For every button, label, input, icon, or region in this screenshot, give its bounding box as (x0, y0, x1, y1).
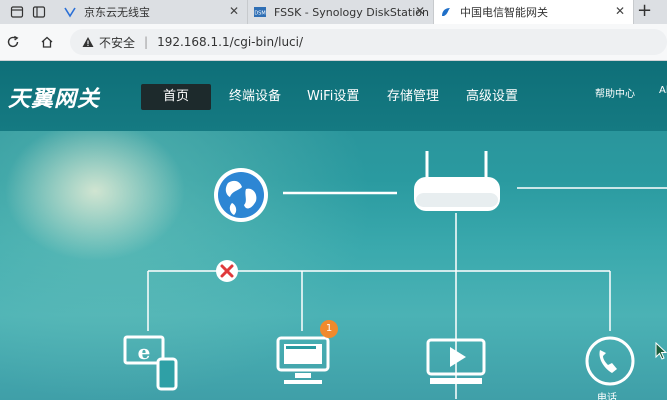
new-tab-button[interactable]: + (637, 0, 652, 22)
browser-tab-strip: 京东云无线宝 ✕ DSM FSSK - Synology DiskStation… (0, 0, 667, 24)
svg-text:DSM: DSM (254, 11, 265, 17)
top-nav-bar: 天翼网关 首页 终端设备 WiFi设置 存储管理 高级设置 帮助中心 Al (0, 61, 667, 131)
address-separator: | (144, 35, 149, 49)
disconnected-error-icon[interactable] (216, 260, 238, 282)
browser-tab-jdcloud[interactable]: 京东云无线宝 ✕ (58, 0, 248, 24)
address-bar[interactable]: 不安全 | 192.168.1.1/cgi-bin/luci/ (70, 29, 667, 55)
jdcloud-favicon-icon (64, 7, 76, 18)
nav-storage-management[interactable]: 存储管理 (387, 85, 439, 104)
nav-advanced-settings[interactable]: 高级设置 (466, 85, 518, 104)
notification-badge: 1 (320, 320, 338, 338)
nav-terminal-devices[interactable]: 终端设备 (229, 85, 281, 104)
tab-label: FSSK - Synology DiskStation (274, 5, 429, 19)
tab-close-icon[interactable]: ✕ (229, 4, 239, 18)
mouse-cursor-icon (655, 342, 667, 360)
ie-device-icon[interactable]: e (123, 335, 178, 391)
nav-help-center[interactable]: 帮助中心 (595, 85, 635, 100)
tab-close-icon[interactable]: ✕ (615, 4, 625, 18)
tab-label: 中国电信智能网关 (460, 6, 548, 19)
telecom-favicon-icon (442, 8, 450, 16)
tab-label: 京东云无线宝 (84, 6, 150, 19)
tab-actions-icon[interactable] (32, 5, 46, 19)
phone-label: 电话 (597, 393, 617, 400)
svg-text:e: e (138, 340, 151, 364)
pc-device-icon[interactable] (276, 336, 330, 384)
home-icon[interactable] (40, 35, 54, 49)
insecure-label[interactable]: 不安全 (99, 34, 135, 51)
network-topology: e (123, 151, 667, 399)
synology-favicon-icon: DSM (254, 7, 266, 17)
tab-close-icon[interactable]: ✕ (415, 4, 425, 18)
window-menu-icon[interactable] (10, 5, 24, 19)
reload-icon[interactable] (6, 35, 20, 49)
logo: 天翼网关 (8, 87, 101, 112)
phone-icon[interactable] (585, 336, 635, 386)
warning-icon[interactable] (82, 36, 94, 48)
nav-wifi-settings[interactable]: WiFi设置 (307, 85, 359, 104)
internet-globe-icon[interactable] (214, 168, 268, 222)
browser-tab-telecom-gateway[interactable]: 中国电信智能网关 ✕ (434, 0, 634, 24)
router-page: 天翼网关 首页 终端设备 WiFi设置 存储管理 高级设置 帮助中心 Al (0, 61, 667, 400)
browser-tab-synology[interactable]: DSM FSSK - Synology DiskStation ✕ (248, 0, 434, 24)
browser-toolbar: 不安全 | 192.168.1.1/cgi-bin/luci/ (0, 24, 667, 61)
url-text[interactable]: 192.168.1.1/cgi-bin/luci/ (157, 35, 303, 49)
nav-home[interactable]: 首页 (141, 84, 211, 110)
nav-language[interactable]: Al (659, 85, 667, 96)
lan-branch-lines (147, 213, 611, 399)
gateway-router-icon[interactable] (414, 151, 500, 211)
